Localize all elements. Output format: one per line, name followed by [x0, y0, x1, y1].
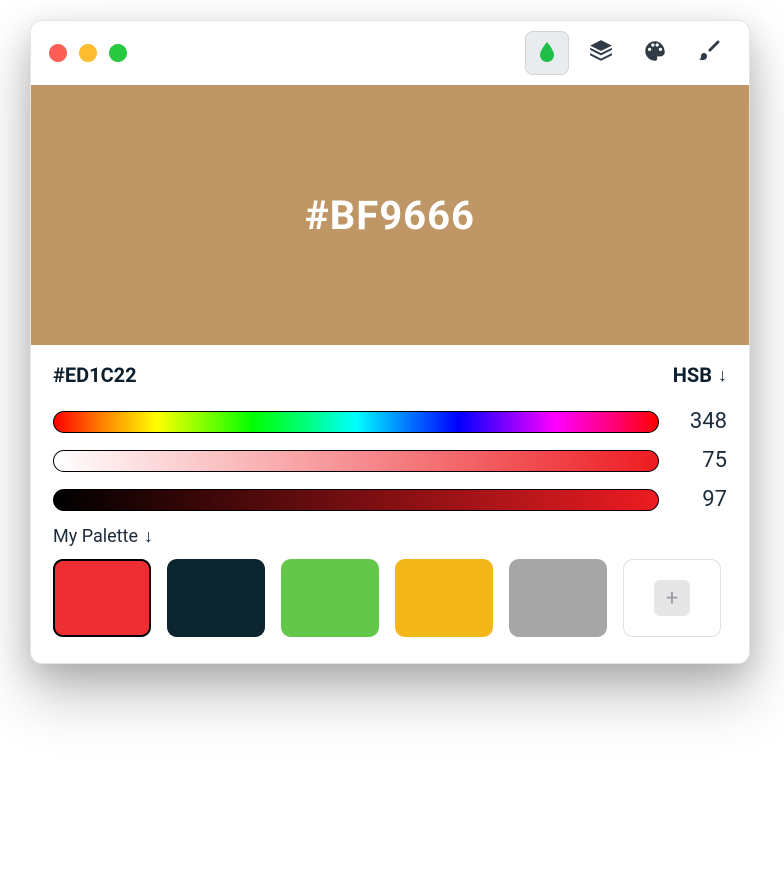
saturation-slider[interactable]: [53, 450, 659, 472]
titlebar: [31, 21, 749, 85]
palette-swatch[interactable]: [509, 559, 607, 637]
controls: #ED1C22 HSB ↓ 348 75 97 My Palette ↓ +: [31, 345, 749, 663]
minimize-button[interactable]: [79, 44, 97, 62]
palette-swatch[interactable]: [281, 559, 379, 637]
tab-palette[interactable]: [633, 31, 677, 75]
traffic-lights: [49, 44, 127, 62]
plus-icon: +: [654, 580, 690, 616]
add-swatch-button[interactable]: +: [623, 559, 721, 637]
current-hex[interactable]: #ED1C22: [53, 363, 137, 387]
preview-hex-label: #BF9666: [305, 192, 475, 239]
palette-selector[interactable]: My Palette ↓: [53, 526, 727, 547]
palette-swatch[interactable]: [167, 559, 265, 637]
toolbar: [525, 31, 731, 75]
brightness-slider[interactable]: [53, 489, 659, 511]
palette-swatch[interactable]: [53, 559, 151, 637]
drop-icon: [535, 39, 559, 67]
palette-icon: [642, 38, 668, 68]
brightness-slider-row: 97: [53, 487, 727, 512]
tab-layers[interactable]: [579, 31, 623, 75]
hue-value: 348: [679, 409, 727, 434]
saturation-slider-row: 75: [53, 448, 727, 473]
palette-name: My Palette: [53, 526, 138, 547]
color-mode-selector[interactable]: HSB ↓: [673, 363, 727, 387]
palette-swatch[interactable]: [395, 559, 493, 637]
hue-slider-row: 348: [53, 409, 727, 434]
close-button[interactable]: [49, 44, 67, 62]
tab-brush[interactable]: [687, 31, 731, 75]
tab-drop[interactable]: [525, 31, 569, 75]
chevron-down-icon: ↓: [718, 365, 727, 386]
saturation-value: 75: [679, 448, 727, 473]
hue-slider[interactable]: [53, 411, 659, 433]
color-preview: #BF9666: [31, 85, 749, 345]
brightness-value: 97: [679, 487, 727, 512]
layers-icon: [588, 38, 614, 68]
chevron-down-icon: ↓: [144, 526, 153, 547]
zoom-button[interactable]: [109, 44, 127, 62]
palette-swatches: +: [53, 559, 727, 637]
brush-icon: [697, 39, 721, 67]
hex-mode-row: #ED1C22 HSB ↓: [53, 363, 727, 387]
color-picker-window: #BF9666 #ED1C22 HSB ↓ 348 75 97 My Palet…: [30, 20, 750, 664]
mode-label: HSB: [673, 363, 712, 387]
